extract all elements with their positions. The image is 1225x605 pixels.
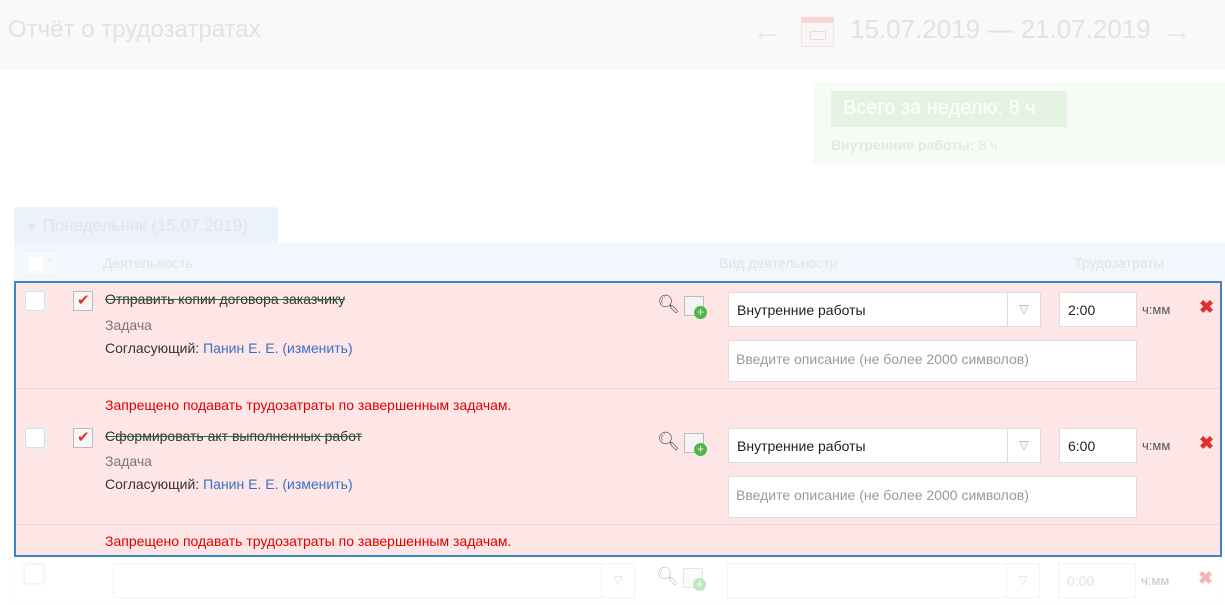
search-icon[interactable]: 🔍︎ [656,566,679,587]
description-input[interactable]: Введите описание (не более 2000 символов… [728,340,1137,382]
task-name[interactable]: Отправить копии договора заказчику [105,291,345,307]
search-icon[interactable]: 🔍︎ [657,294,680,315]
activity-type-select[interactable]: ▽ [727,563,1040,598]
chevron-down-icon: ▽ [601,564,634,597]
change-approver-link[interactable]: изменить [287,476,348,492]
top-bar: Отчёт о трудозатратах ← 15.07.2019 — 21.… [0,0,1225,70]
col-effort: Трудозатраты [1074,255,1164,271]
table-header: ˅ Деятельность Вид деятельности Трудозат… [14,243,1225,282]
summary-breakdown: Внутренние работы: 8 ч [831,137,997,153]
change-approver-link[interactable]: изменить [287,340,348,356]
time-unit: ч:мм [1142,438,1171,453]
task-done-icon [73,291,93,311]
add-task-icon[interactable]: + [684,433,707,456]
row-checkbox[interactable] [24,564,44,584]
prev-week-arrow-icon[interactable]: ← [752,14,782,48]
approver-link[interactable]: Панин Е. Е. [203,476,278,492]
col-activity: Деятельность [103,255,194,271]
time-unit: ч:мм [1141,573,1170,588]
next-week-arrow-icon[interactable]: → [1162,14,1192,48]
error-message: Запрещено подавать трудозатраты по завер… [16,524,1220,556]
date-range: 15.07.2019 — 21.07.2019 [850,14,1151,44]
weekly-summary: Всего за неделю: 8 ч Внутренние работы: … [813,82,1225,165]
chevron-down-icon: ˅ [47,255,53,266]
col-activity-type: Вид деятельности [719,255,838,271]
add-task-icon[interactable]: + [683,568,706,591]
breakdown-label: Внутренние работы: [831,137,975,153]
error-message: Запрещено подавать трудозатраты по завер… [16,388,1220,420]
day-tab-monday[interactable]: ▼ Понедельник (15.07.2019) [14,207,278,244]
chevron-down-icon: ▽ [1007,293,1040,326]
day-label: Понедельник (15.07.2019) [42,216,248,235]
weekly-total: Всего за неделю: 8 ч [831,91,1067,127]
time-unit: ч:мм [1142,302,1171,317]
time-input[interactable]: 0:00 [1058,563,1136,598]
chevron-down-icon: ▽ [1006,564,1039,597]
select-all-checkbox[interactable]: ˅ [22,250,58,276]
approver-label: Согласующий: [105,340,200,356]
activity-type-select[interactable]: Внутренние работы ▽ [728,292,1041,327]
new-entry-row: ▽ 🔍︎ + ▽ 0:00 ч:мм ✖ [14,557,1222,602]
time-input[interactable]: 6:00 [1059,428,1137,463]
row-checkbox[interactable] [25,428,45,448]
chevron-down-icon: ▼ [26,220,38,234]
add-task-icon[interactable]: + [684,296,707,319]
breakdown-value: 8 ч [978,137,998,153]
description-input[interactable]: Введите описание (не более 2000 символов… [728,476,1137,518]
task-name[interactable]: Сформировать акт выполненных работ [105,428,362,444]
task-type: Задача [105,317,152,333]
activity-type-value: Внутренние работы [737,438,866,454]
time-input[interactable]: 2:00 [1059,292,1137,327]
chevron-down-icon: ▽ [1007,429,1040,462]
selected-rows: Отправить копии договора заказчику Задач… [14,281,1222,557]
delete-icon[interactable]: ✖ [1198,568,1213,589]
approver-label: Согласующий: [105,476,200,492]
activity-type-select[interactable]: Внутренние работы ▽ [728,428,1041,463]
approver: Согласующий: Панин Е. Е. (изменить) [105,340,353,356]
calendar-icon[interactable] [801,17,834,47]
delete-icon[interactable]: ✖ [1199,433,1214,454]
task-done-icon [73,428,93,448]
page-title: Отчёт о трудозатратах [8,16,261,43]
task-type: Задача [105,453,152,469]
row-checkbox[interactable] [25,291,45,311]
search-icon[interactable]: 🔍︎ [657,431,680,452]
approver-link[interactable]: Панин Е. Е. [203,340,278,356]
activity-type-value: Внутренние работы [737,302,866,318]
activity-select[interactable]: ▽ [113,563,635,598]
approver: Согласующий: Панин Е. Е. (изменить) [105,476,353,492]
delete-icon[interactable]: ✖ [1199,297,1214,318]
